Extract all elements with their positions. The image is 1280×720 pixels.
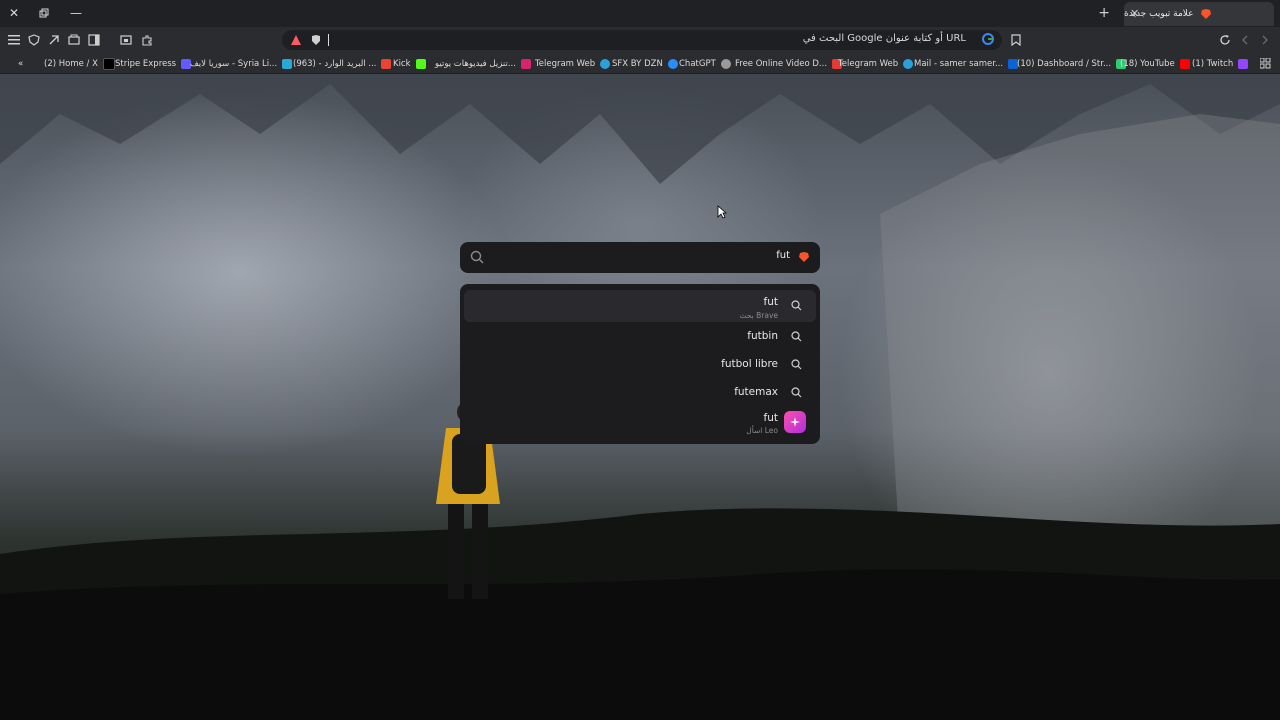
bookmark-item[interactable]: Stripe Express (115, 57, 192, 70)
x-icon (102, 57, 115, 70)
search-icon (791, 300, 802, 311)
bookmark-label: Telegram Web (535, 58, 596, 69)
bookmark-label: ChatGPT (679, 58, 716, 69)
suggestion-item[interactable]: futemax (464, 378, 816, 406)
bookmark-item[interactable]: (1) Twitch (1192, 57, 1249, 70)
suggestion-item[interactable]: futbin (464, 322, 816, 350)
bookmark-item[interactable]: ChatGPT (679, 57, 731, 70)
bookmark-label: (18) YouTube (1120, 58, 1175, 69)
bookmark-label: Mail - samer samer... (914, 58, 1004, 69)
back-icon[interactable] (1257, 32, 1273, 48)
toolbar: البحث في Google أو كتابة عنوان URL (0, 27, 1280, 53)
forward-icon[interactable] (1237, 32, 1253, 48)
bookmarks-overflow-icon[interactable]: « (18, 57, 23, 70)
apps-grid-icon[interactable] (1260, 57, 1271, 70)
suggestion-text: fut (763, 296, 778, 308)
bookmarks-bar: « (2) Home / X Stripe Express سوريا لايف… (0, 53, 1280, 74)
bookmark-item[interactable]: Telegram Web (838, 57, 914, 70)
search-box[interactable]: fut (460, 242, 820, 273)
bookmark-label: Telegram Web (838, 58, 899, 69)
suggestion-text: fut (763, 412, 778, 424)
leo-icon (784, 411, 806, 433)
new-tab-button[interactable]: + (1098, 5, 1110, 21)
reload-icon[interactable] (1217, 32, 1233, 48)
vpn-icon[interactable] (46, 32, 62, 48)
brave-lion-icon (1200, 9, 1211, 19)
search-icon (791, 387, 802, 398)
suggestion-subtitle: اسأل Leo (746, 426, 778, 435)
bookmark-icon[interactable] (1008, 32, 1024, 48)
mouse-cursor-icon (717, 205, 727, 219)
bookmark-label: تنزيل فيديوهات يوتيو... (435, 58, 516, 69)
sidebar-icon[interactable] (86, 32, 102, 48)
brave-shields-icon[interactable] (310, 34, 322, 46)
kick-icon (415, 58, 426, 69)
address-bar[interactable]: البحث في Google أو كتابة عنوان URL (282, 30, 1002, 50)
tab-close-icon[interactable]: ✕ (1130, 7, 1139, 20)
chatgpt-icon (720, 58, 731, 69)
bookmark-label: (10) Dashboard / Str... (1017, 58, 1112, 69)
restore-window-button[interactable] (34, 4, 54, 22)
google-icon (982, 33, 994, 45)
search-icon (791, 331, 802, 342)
text-caret (328, 34, 329, 46)
suggestion-text: futbin (747, 330, 778, 342)
bookmark-item[interactable]: (2) Home / X (44, 57, 115, 70)
bookmark-item[interactable]: Free Online Video D... (735, 57, 843, 70)
extensions-icon[interactable] (139, 32, 155, 48)
bookmark-label: (963) - البريد الوارد ... (293, 58, 377, 69)
brave-rewards-icon[interactable] (290, 34, 302, 46)
menu-icon[interactable] (6, 32, 22, 48)
bookmark-label: Kick (393, 58, 411, 69)
bookmark-item[interactable]: (963) - البريد الوارد ... (293, 57, 392, 70)
suggestion-item[interactable]: fut اسأل Leo (464, 408, 816, 438)
search-input[interactable]: fut (776, 250, 790, 261)
bookmark-label: (1) Twitch (1192, 58, 1234, 69)
bookmark-item[interactable]: Mail - samer samer... (914, 57, 1019, 70)
bookmark-item[interactable]: Kick (393, 57, 426, 70)
address-bar-placeholder: البحث في Google أو كتابة عنوان URL (802, 33, 966, 44)
bookmark-item[interactable]: SFX BY DZN (612, 57, 678, 70)
telegram-icon (600, 58, 611, 69)
bookmark-label: (2) Home / X (44, 58, 98, 69)
bookmark-label: SFX BY DZN (612, 58, 663, 69)
bookmark-item[interactable]: تنزيل فيديوهات يوتيو... (435, 57, 531, 70)
bookmark-label: Free Online Video D... (735, 58, 828, 69)
close-window-button[interactable]: ✕ (4, 4, 24, 22)
telegram-icon (903, 58, 914, 69)
sfx-icon (667, 58, 678, 69)
bookmark-item[interactable]: سوريا لايف - Syria Li... (190, 57, 293, 70)
suggestion-subtitle: بحث Brave (739, 311, 778, 320)
shield-icon[interactable] (26, 32, 42, 48)
suggestion-item[interactable]: fut بحث Brave (464, 290, 816, 322)
bookmark-label: سوريا لايف - Syria Li... (190, 58, 278, 69)
restore-icon (39, 8, 49, 18)
tab-strip: ✕ — + علامة تبويب جديدة ✕ (0, 0, 1280, 27)
suggestion-item[interactable]: futbol libre (464, 350, 816, 378)
bookmark-item[interactable]: (10) Dashboard / Str... (1017, 57, 1127, 70)
minimize-window-button[interactable]: — (66, 4, 86, 22)
bookmark-label: Stripe Express (115, 58, 177, 69)
search-icon (470, 250, 484, 264)
suggestions-dropdown: fut بحث Brave futbin futbol libre futema… (460, 284, 820, 444)
syria-live-icon (282, 58, 293, 69)
bookmark-item[interactable]: (18) YouTube (1120, 57, 1190, 70)
twitch-icon (1238, 58, 1249, 69)
wallet-icon[interactable] (66, 32, 82, 48)
brave-search-icon (799, 252, 809, 262)
bookmark-item[interactable]: Telegram Web (535, 57, 611, 70)
gmail-icon (381, 58, 392, 69)
search-icon (791, 359, 802, 370)
screenshot-icon[interactable] (118, 32, 134, 48)
suggestion-text: futemax (734, 386, 778, 398)
youtube-icon (1179, 58, 1190, 69)
suggestion-text: futbol libre (721, 358, 778, 370)
tab-new-tab[interactable]: علامة تبويب جديدة ✕ (1124, 2, 1274, 26)
video-download-icon (520, 58, 531, 69)
